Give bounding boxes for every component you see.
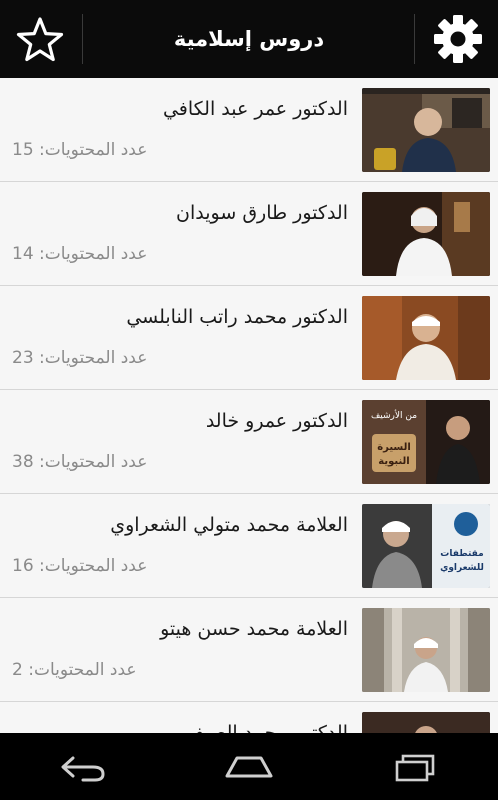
list-item[interactable]: الدكتور محمد راتب النابلسي عدد المحتويات… <box>0 286 498 390</box>
content-count: عدد المحتويات: 14 <box>12 244 148 264</box>
lecturer-name: الدكتور عمرو خالد <box>205 410 348 432</box>
back-button[interactable] <box>43 733 123 800</box>
favorites-button[interactable] <box>0 0 80 78</box>
thumb-caption-top: من الأرشيف <box>371 409 417 421</box>
content-count: عدد المحتويات: 16 <box>12 556 148 576</box>
thumb-caption-bottom: للشعراوي <box>440 563 484 573</box>
settings-button[interactable] <box>418 0 498 78</box>
list-item[interactable]: الدكتور عمر عبد الكافي عدد المحتويات: 15 <box>0 78 498 182</box>
content-count: عدد المحتويات: 38 <box>12 452 148 472</box>
lecturer-name: العلامة محمد متولي الشعراوي <box>110 514 348 536</box>
home-icon <box>225 756 273 777</box>
thumbnail <box>362 296 490 380</box>
thumbnail <box>362 192 490 276</box>
lecturer-name: الدكتور محمد الصيفي <box>178 722 348 733</box>
list-item[interactable]: الدكتور طارق سويدان عدد المحتويات: 14 <box>0 182 498 286</box>
list-item[interactable]: العلامة محمد حسن هيتو عدد المحتويات: 2 <box>0 598 498 702</box>
recents-icon <box>395 754 435 781</box>
thumbnail <box>362 712 490 733</box>
thumbnail <box>362 608 490 692</box>
divider <box>414 14 415 64</box>
star-outline-icon <box>16 17 64 62</box>
lecturer-name: الدكتور محمد راتب النابلسي <box>126 306 348 328</box>
lecturer-list: الدكتور عمر عبد الكافي عدد المحتويات: 15… <box>0 78 498 733</box>
list-item[interactable]: الدكتور محمد الصيفي <box>0 702 498 733</box>
list-item[interactable]: مقتطفات للشعراوي العلامة محمد متولي الشع… <box>0 494 498 598</box>
gear-icon <box>434 15 482 63</box>
content-count: عدد المحتويات: 23 <box>12 348 148 368</box>
content-count: عدد المحتويات: 2 <box>12 660 137 680</box>
lecturer-name: العلامة محمد حسن هيتو <box>160 618 348 640</box>
back-arrow-icon <box>61 756 105 781</box>
thumbnail: من الأرشيف السيرة النبوية <box>362 400 490 484</box>
recents-button[interactable] <box>375 733 455 800</box>
home-button[interactable] <box>209 733 289 800</box>
divider <box>82 14 83 64</box>
list-item[interactable]: من الأرشيف السيرة النبوية الدكتور عمرو خ… <box>0 390 498 494</box>
thumb-caption-top: مقتطفات <box>440 549 483 559</box>
thumb-caption-line3: النبوية <box>378 456 409 467</box>
app-bar: دروس إسلامية <box>0 0 498 78</box>
thumbnail: مقتطفات للشعراوي <box>362 504 490 588</box>
lecturer-name: الدكتور عمر عبد الكافي <box>162 98 348 120</box>
thumb-caption-line2: السيرة <box>377 442 411 453</box>
content-count: عدد المحتويات: 15 <box>12 140 148 160</box>
lecturer-name: الدكتور طارق سويدان <box>176 202 348 224</box>
thumbnail <box>362 88 490 172</box>
system-nav-bar <box>0 733 498 800</box>
page-title: دروس إسلامية <box>173 27 325 51</box>
